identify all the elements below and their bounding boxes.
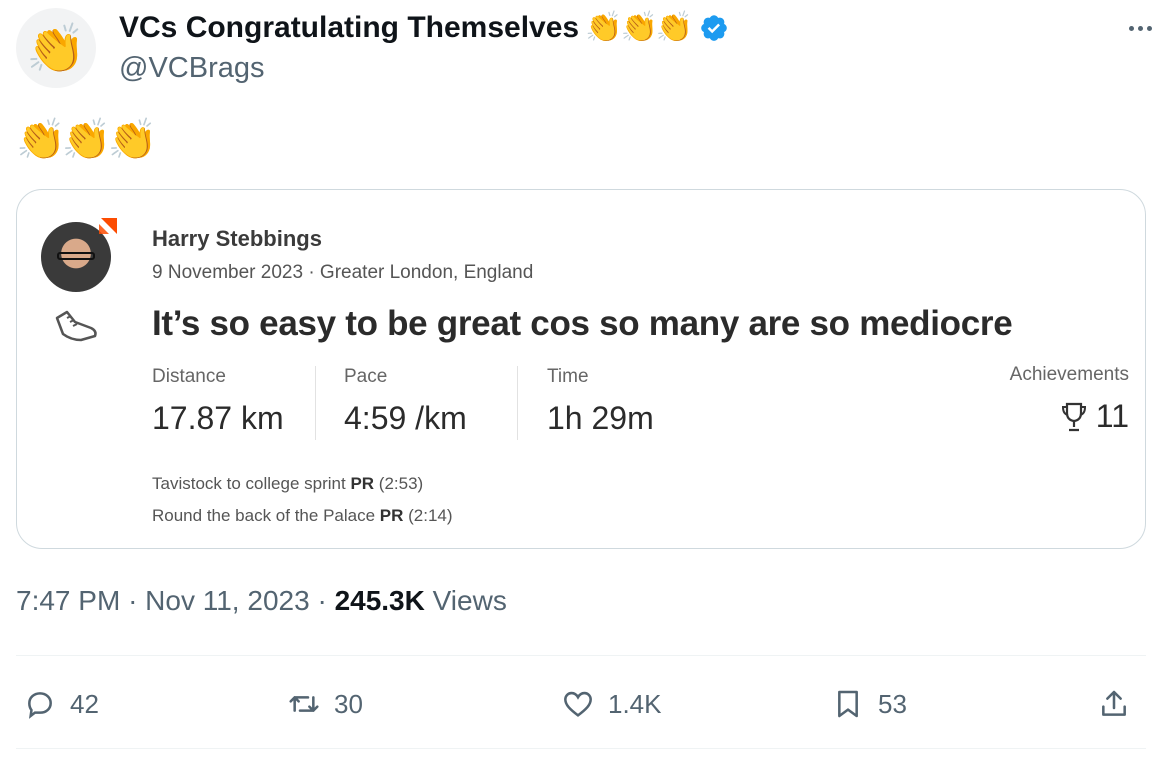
heart-icon: [564, 691, 592, 717]
separator-dot: ·: [317, 585, 335, 616]
tweet-text: 👏👏👏: [16, 118, 157, 162]
attached-image[interactable]: Harry Stebbings 9 November 2023 · Greate…: [16, 189, 1146, 549]
achievements-count: 11: [1095, 398, 1129, 434]
clapping-hands-icon: 👏: [26, 22, 86, 76]
divider: [16, 748, 1146, 749]
like-count: 1.4K: [608, 688, 662, 719]
verified-badge-icon: [701, 14, 727, 41]
like-button[interactable]: 1.4K: [562, 678, 662, 730]
stat-pace: Pace 4:59 /km: [344, 366, 467, 437]
running-shoe-icon: [55, 310, 97, 342]
tweet-time[interactable]: 7:47 PM: [16, 585, 120, 616]
segment-badge: PR: [350, 474, 375, 493]
reply-count: 42: [70, 688, 99, 719]
retweet-button[interactable]: 30: [288, 678, 363, 730]
stat-distance: Distance 17.87 km: [152, 366, 284, 437]
stat-divider: [315, 366, 316, 440]
share-icon: [1102, 690, 1126, 716]
more-dot-icon: [1128, 25, 1134, 31]
bookmark-button[interactable]: 53: [832, 678, 907, 730]
reply-icon: [28, 692, 52, 719]
views-count: 245.3K: [334, 585, 425, 616]
author-avatar[interactable]: 👏: [16, 8, 96, 88]
tweet-date[interactable]: Nov 11, 2023: [145, 585, 310, 616]
stat-label: Achievements: [1009, 364, 1129, 385]
trophy-icon: [1061, 402, 1086, 431]
author-handle[interactable]: @VCBrags: [119, 52, 264, 85]
author-display-name[interactable]: VCs Congratulating Themselves 👏👏👏: [119, 10, 729, 45]
stat-label: Pace: [344, 366, 388, 387]
bookmark-count: 53: [878, 688, 907, 719]
segment-name: Tavistock to college sprint: [152, 474, 346, 493]
stat-value: 4:59 /km: [344, 400, 467, 436]
action-bar: 42 30 1.4K 53: [16, 678, 1146, 730]
stat-time: Time 1h 29m: [547, 366, 654, 437]
stat-achievements: Achievements 11: [1010, 364, 1129, 435]
segment-name: Round the back of the Palace: [152, 506, 376, 525]
stat-divider: [517, 366, 518, 440]
segment-time: (2:14): [408, 506, 453, 525]
views-label: Views: [432, 585, 507, 616]
glasses-shape: [57, 252, 95, 260]
activity-title: It’s so easy to be great cos so many are…: [152, 304, 1013, 343]
achievements-value-row: 11: [1010, 398, 1129, 435]
segment-time: (2:53): [378, 474, 424, 493]
stat-value: 17.87 km: [152, 400, 284, 436]
bookmark-icon: [838, 690, 858, 718]
retweet-count: 30: [334, 688, 363, 719]
athlete-name: Harry Stebbings: [152, 226, 322, 251]
name-emojis: 👏👏👏: [585, 11, 693, 44]
stat-value: 1h 29m: [547, 400, 654, 436]
stat-label: Distance: [152, 366, 226, 387]
retweet-icon: [289, 696, 319, 712]
display-name-text: VCs Congratulating Themselves: [119, 10, 580, 44]
segment-row: Round the back of the Palace PR (2:14): [152, 506, 453, 526]
strava-badge-icon: [99, 218, 117, 234]
separator-dot: ·: [128, 585, 146, 616]
tweet-timestamp: 7:47 PM · Nov 11, 2023 · 245.3K Views: [16, 585, 507, 617]
divider: [16, 655, 1146, 656]
more-dot-icon: [1137, 25, 1143, 31]
activity-meta: 9 November 2023 · Greater London, Englan…: [152, 262, 534, 283]
more-options-button[interactable]: [1124, 12, 1156, 44]
more-dot-icon: [1146, 25, 1152, 31]
share-button[interactable]: [1098, 678, 1130, 730]
reply-button[interactable]: 42: [24, 678, 99, 730]
segment-row: Tavistock to college sprint PR (2:53): [152, 474, 423, 494]
stat-label: Time: [547, 366, 589, 387]
segment-badge: PR: [379, 506, 404, 525]
